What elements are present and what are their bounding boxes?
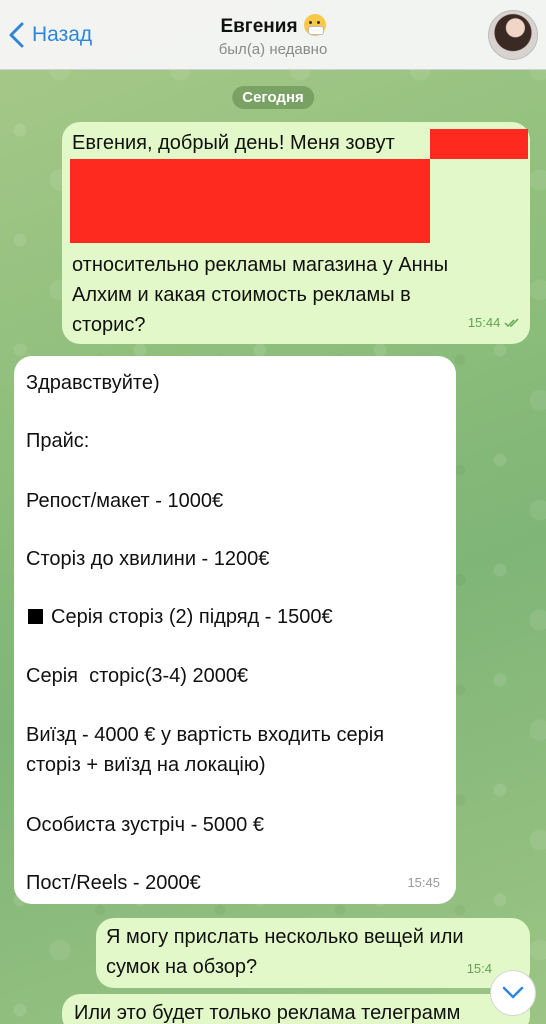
contact-status: был(а) недавно — [218, 41, 328, 58]
message-text: Особиста зустріч - 5000 € — [26, 814, 264, 836]
message-bubble-incoming[interactable]: Здравствуйте) Прайс: Репост/макет - 1000… — [14, 356, 456, 904]
date-separator: Сегодня — [232, 86, 314, 109]
redaction-block — [430, 129, 528, 159]
message-text: Или это будет только реклама телеграмм — [74, 1002, 461, 1024]
message-text: Я могу прислать несколько вещей или — [106, 926, 464, 948]
message-text: сумок на обзор? — [106, 956, 258, 978]
message-bubble-outgoing[interactable]: Евгения, добрый день! Меня зовут относит… — [62, 122, 530, 344]
message-time: 15:45 — [407, 875, 440, 890]
message-text: Евгения, добрый день! Меня зовут — [72, 132, 395, 154]
message-text: сторис? — [72, 314, 146, 336]
message-text: Здравствуйте) — [26, 372, 160, 394]
chevron-down-icon — [502, 986, 524, 999]
message-text: Сторіз до хвилини - 1200€ — [26, 548, 270, 570]
chat-title-area[interactable]: Евгения был(а) недавно — [0, 14, 546, 58]
grimacing-face-icon — [303, 14, 326, 36]
black-square-icon — [28, 609, 43, 624]
contact-name[interactable]: Евгения — [220, 16, 297, 37]
message-text: Пост/Reels - 2000€ — [26, 872, 201, 894]
chat-header: Назад Евгения был(а) недавно — [0, 0, 546, 70]
avatar[interactable] — [488, 10, 538, 60]
message-time: 15:4 — [466, 961, 492, 976]
message-text: Прайс: — [26, 430, 90, 452]
message-text-line: Серія сторіз (2) підряд - 1500€ — [28, 602, 333, 632]
message-text: относительно рекламы магазина у Анны — [72, 254, 449, 276]
message-bubble-outgoing[interactable]: Я могу прислать несколько вещей или сумо… — [96, 918, 530, 988]
redaction-block — [70, 159, 430, 243]
message-text: Репост/макет - 1000€ — [26, 490, 224, 512]
double-check-icon — [504, 318, 519, 328]
message-text: сторіз + виїзд на локацію) — [26, 754, 266, 776]
message-text: Серія сторіз (2) підряд - 1500€ — [51, 606, 333, 628]
message-text: Виїзд - 4000 € у вартість входить серія — [26, 724, 385, 746]
message-bubble-outgoing[interactable]: Или это будет только реклама телеграмм — [62, 994, 530, 1024]
message-time: 15:44 — [467, 315, 501, 330]
message-meta: 15:44 — [468, 308, 520, 338]
scroll-to-bottom-button[interactable] — [490, 970, 536, 1016]
message-text: Серія сторіс(3-4) 2000€ — [26, 665, 249, 687]
message-text: Алхим и какая стоимость рекламы в — [72, 284, 411, 306]
